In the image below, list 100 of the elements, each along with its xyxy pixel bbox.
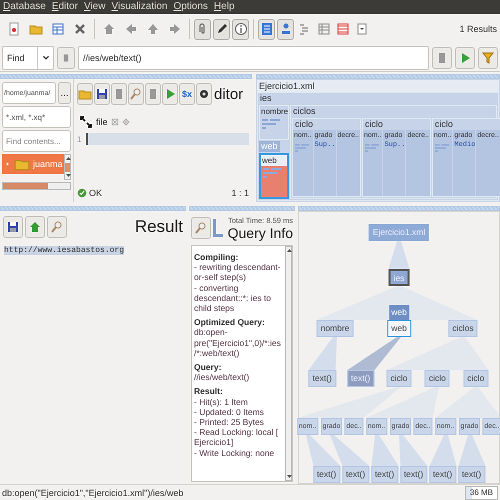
panel-title: Result bbox=[134, 217, 183, 237]
table-icon[interactable] bbox=[51, 22, 65, 36]
branch-fan bbox=[372, 435, 398, 466]
section-heading: Result: bbox=[194, 386, 224, 397]
filter-icon bbox=[481, 50, 495, 64]
scroll-up-icon bbox=[286, 247, 293, 253]
run-button[interactable] bbox=[455, 46, 475, 68]
query-field[interactable]: //ies/web/text() bbox=[78, 46, 429, 70]
menu-item[interactable]: Visualization bbox=[111, 1, 168, 13]
info-line: db:open-pre("Ejercicio1",0)/*:ies/*:web/text() bbox=[194, 327, 282, 358]
tree-node[interactable]: text() bbox=[342, 466, 370, 483]
info-line: - Hit(s): 1 Item bbox=[194, 396, 249, 407]
status-text: db:open("Ejercicio1","Ejercicio1.xml")/ies/web bbox=[2, 488, 184, 498]
tree-node[interactable]: web bbox=[387, 320, 411, 337]
text-bars-icon bbox=[434, 143, 449, 153]
branch-fan bbox=[306, 435, 340, 466]
info-line: - Printed: 25 Bytes bbox=[194, 417, 265, 428]
view-toggle[interactable] bbox=[194, 18, 211, 40]
stop-button[interactable] bbox=[432, 46, 452, 68]
map-node[interactable]: web bbox=[259, 152, 289, 199]
search-button[interactable] bbox=[47, 216, 67, 238]
stop-button[interactable] bbox=[145, 83, 161, 105]
run-button[interactable] bbox=[162, 83, 178, 105]
save-icon bbox=[6, 220, 20, 234]
view-toggle[interactable] bbox=[258, 18, 275, 40]
expand-icon bbox=[5, 160, 11, 168]
hover-label: web bbox=[259, 140, 280, 152]
history-button[interactable] bbox=[57, 46, 75, 68]
variables-button[interactable]: $x bbox=[179, 83, 195, 105]
branch-fan bbox=[430, 435, 456, 466]
close-icon[interactable] bbox=[73, 22, 87, 36]
branch-fan bbox=[308, 337, 337, 370]
menu-item[interactable]: Editor bbox=[52, 1, 78, 13]
tree-node[interactable]: text() bbox=[312, 466, 340, 483]
close-icon[interactable] bbox=[110, 118, 119, 126]
search-field[interactable]: Find contents... bbox=[2, 130, 71, 152]
plus-icon[interactable] bbox=[122, 118, 130, 126]
settings-button[interactable] bbox=[196, 83, 212, 105]
home-icon bbox=[28, 220, 42, 234]
branch-fan bbox=[435, 387, 499, 418]
scrollbar[interactable] bbox=[64, 154, 71, 180]
text-bars-icon bbox=[295, 143, 309, 153]
editor-tab[interactable]: file bbox=[96, 117, 108, 127]
info-line: - Updated: 0 Items bbox=[194, 406, 265, 418]
section-heading: Query: bbox=[194, 362, 222, 372]
branch-fan bbox=[399, 435, 428, 466]
view-toggle[interactable] bbox=[213, 18, 230, 40]
memory-usage: 36 MB bbox=[464, 486, 498, 500]
browse-button[interactable]: ... bbox=[58, 82, 71, 104]
tree-node[interactable]: text() bbox=[400, 466, 428, 483]
gear-icon bbox=[197, 87, 211, 101]
tree-node[interactable]: ciclo bbox=[463, 370, 488, 387]
search-icon bbox=[194, 221, 208, 235]
scrollbar[interactable] bbox=[2, 182, 71, 190]
arrow-up-icon[interactable] bbox=[146, 22, 160, 36]
arrow-right-icon[interactable] bbox=[168, 22, 182, 36]
info-icon bbox=[234, 22, 248, 36]
filter-button[interactable] bbox=[478, 46, 498, 68]
branch-fan bbox=[458, 435, 486, 466]
view-toggle[interactable] bbox=[277, 18, 294, 40]
text-bars-icon bbox=[364, 143, 379, 153]
check-icon bbox=[77, 188, 87, 198]
tree-node[interactable]: ciclo bbox=[386, 370, 412, 387]
tree-node[interactable]: text() bbox=[428, 466, 456, 483]
text-bars-icon bbox=[262, 119, 280, 129]
save-icon bbox=[95, 87, 109, 101]
search-button[interactable] bbox=[128, 83, 144, 105]
search-icon bbox=[129, 87, 143, 101]
section-heading: Optimized Query: bbox=[194, 317, 266, 328]
tree-node[interactable]: ciclos bbox=[448, 320, 478, 337]
save-button[interactable] bbox=[94, 83, 110, 105]
info-line: - Read Locking: local [ Ejercicio1] bbox=[194, 427, 280, 448]
cursor-position: 1 : 1 bbox=[231, 188, 249, 198]
info-line: - converting descendant::*: ies to child steps bbox=[194, 282, 272, 314]
tree-node[interactable]: text() bbox=[458, 466, 486, 483]
expand-arrows-icon[interactable] bbox=[79, 115, 93, 129]
new-document-icon[interactable] bbox=[7, 22, 21, 36]
home-icon[interactable] bbox=[102, 22, 116, 36]
result-text: http://www.iesabastos.org bbox=[4, 246, 124, 255]
panel-title: ditor bbox=[214, 86, 244, 102]
tree-node[interactable]: ciclo bbox=[424, 370, 450, 387]
map-node[interactable]: nombre bbox=[259, 105, 289, 140]
menu-item[interactable]: Database bbox=[3, 1, 46, 13]
menu-item[interactable]: View bbox=[84, 1, 106, 13]
search-button[interactable] bbox=[191, 217, 211, 239]
arrow-left-icon[interactable] bbox=[124, 22, 138, 36]
hover-label: web bbox=[389, 305, 409, 320]
tree-node[interactable]: text() bbox=[308, 370, 336, 387]
map-title: Ejercicio1.xml bbox=[257, 80, 499, 92]
grid-icon bbox=[316, 22, 330, 36]
tree-node[interactable]: text() bbox=[370, 466, 398, 483]
save-button[interactable] bbox=[3, 216, 23, 238]
info-line: //ies/web/text() bbox=[194, 372, 250, 382]
scrollbar[interactable] bbox=[285, 246, 292, 481]
menu-item[interactable]: Help bbox=[214, 1, 235, 13]
view-toggle[interactable] bbox=[232, 18, 249, 40]
menu-item[interactable]: Options bbox=[173, 1, 208, 13]
tree-node[interactable]: nombre bbox=[316, 320, 354, 337]
filter-field[interactable]: *.xml, *.xq* bbox=[2, 106, 71, 128]
mode-dropdown[interactable]: Find bbox=[2, 46, 54, 70]
